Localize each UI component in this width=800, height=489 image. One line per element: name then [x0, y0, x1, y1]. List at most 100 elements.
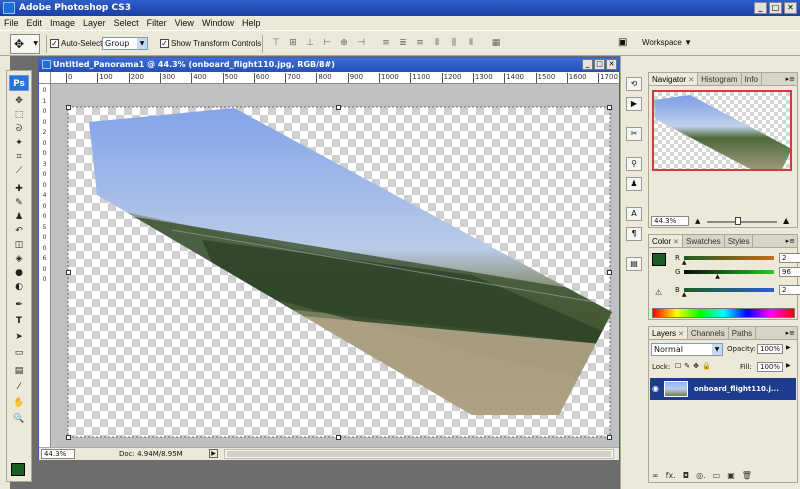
notes-tool-icon[interactable]: ▤: [11, 365, 27, 377]
opacity-arrow-icon[interactable]: ▶: [786, 344, 791, 351]
transform-handle[interactable]: [66, 270, 71, 275]
paint-bucket-icon[interactable]: ◈: [11, 253, 27, 265]
transform-handle[interactable]: [66, 435, 71, 440]
slider-knob-icon[interactable]: ▲: [682, 291, 687, 298]
hand-tool-icon[interactable]: ✋: [11, 397, 27, 409]
navigator-zoom-field[interactable]: 44.3%: [651, 216, 689, 226]
doc-close-button[interactable]: ✕: [606, 59, 617, 70]
clone-source-icon[interactable]: ♟: [626, 177, 642, 191]
fill-field[interactable]: 100%: [757, 362, 783, 372]
menu-edit[interactable]: Edit: [23, 16, 47, 30]
align-right-icon[interactable]: ⊣: [355, 37, 367, 49]
menu-help[interactable]: Help: [238, 16, 265, 30]
eyedropper-icon[interactable]: ⁄: [11, 381, 27, 393]
shape-tool-icon[interactable]: ▭: [11, 347, 27, 359]
status-zoom-field[interactable]: 44.3%: [41, 449, 75, 459]
lock-icons[interactable]: ☐✎✥🔒: [675, 362, 714, 370]
status-menu-arrow-icon[interactable]: ▶: [209, 449, 218, 458]
layer-style-icon[interactable]: fx.: [666, 471, 676, 480]
distribute-vcenter-icon[interactable]: ≣: [397, 37, 409, 49]
tab-channels[interactable]: Channels: [688, 327, 729, 339]
tab-layers[interactable]: Layers ✕: [649, 327, 688, 339]
workspace-menu[interactable]: Workspace ▼: [642, 38, 692, 52]
layer-mask-icon[interactable]: ◘: [683, 471, 689, 480]
blur-tool-icon[interactable]: ●: [11, 267, 27, 279]
menu-file[interactable]: File: [0, 16, 23, 30]
tab-info[interactable]: Info: [742, 73, 762, 85]
opacity-field[interactable]: 100%: [757, 344, 783, 354]
trash-icon[interactable]: 🗑: [742, 471, 752, 480]
transform-handle[interactable]: [66, 105, 71, 110]
tab-navigator[interactable]: Navigator ✕: [649, 73, 699, 85]
tab-styles[interactable]: Styles: [725, 235, 754, 247]
lasso-tool-icon[interactable]: ᘐ: [11, 123, 27, 135]
tab-swatches[interactable]: Swatches: [683, 235, 725, 247]
paragraph-panel-icon[interactable]: ¶: [626, 227, 642, 241]
history-brush-icon[interactable]: ↶: [11, 225, 27, 237]
bridge-icon[interactable]: ▣: [618, 37, 632, 49]
transform-handle[interactable]: [336, 105, 341, 110]
brush-tool-icon[interactable]: ✎: [11, 197, 27, 209]
layer-row[interactable]: ◉ onboard_flight110.j...: [650, 378, 796, 400]
blend-mode-dropdown[interactable]: Normal ▼: [651, 343, 723, 356]
slider-knob-icon[interactable]: ▲: [715, 273, 720, 280]
menu-layer[interactable]: Layer: [79, 16, 110, 30]
visibility-eye-icon[interactable]: ◉: [652, 384, 659, 393]
auto-align-layers-icon[interactable]: ▦: [490, 37, 502, 49]
distribute-bottom-icon[interactable]: ≡: [414, 37, 426, 49]
adjustment-layer-icon[interactable]: ◎.: [696, 471, 706, 480]
channel-r-slider[interactable]: [684, 256, 774, 260]
slider-knob-icon[interactable]: ▲: [682, 259, 687, 266]
panel-menu-icon[interactable]: ▸≡: [786, 329, 795, 337]
color-spectrum-ramp[interactable]: [652, 308, 795, 318]
zoom-tool-icon[interactable]: 🔍: [11, 413, 27, 425]
distribute-hcenter-icon[interactable]: ⫼: [448, 37, 460, 49]
path-selection-icon[interactable]: ➤: [11, 331, 27, 343]
close-button[interactable]: ✕: [784, 2, 797, 14]
menu-window[interactable]: Window: [198, 16, 238, 30]
zoom-in-icon[interactable]: ▲: [783, 216, 789, 225]
distribute-left-icon[interactable]: ⫴: [431, 37, 443, 49]
crop-tool-icon[interactable]: ⌗: [11, 151, 27, 163]
fill-arrow-icon[interactable]: ▶: [786, 362, 791, 369]
canvas-area[interactable]: [52, 85, 619, 448]
menu-filter[interactable]: Filter: [143, 16, 171, 30]
type-tool-icon[interactable]: T: [11, 315, 27, 327]
minimize-button[interactable]: _: [754, 2, 767, 14]
maximize-button[interactable]: □: [769, 2, 782, 14]
tool-preset-picker[interactable]: ✥ ▼: [10, 34, 40, 54]
channel-b-value[interactable]: 2: [779, 285, 800, 295]
channel-b-slider[interactable]: [684, 288, 774, 292]
doc-maximize-button[interactable]: □: [594, 59, 605, 70]
transform-handle[interactable]: [336, 435, 341, 440]
character-panel-icon[interactable]: A: [626, 207, 642, 221]
clone-stamp-icon[interactable]: ♟: [11, 211, 27, 223]
tab-color[interactable]: Color ✕: [649, 235, 683, 247]
auto-select-checkbox[interactable]: ✓: [50, 39, 59, 48]
actions-panel-icon[interactable]: ▶: [626, 97, 642, 111]
eraser-tool-icon[interactable]: ◫: [11, 239, 27, 251]
align-hcenter-icon[interactable]: ⊕: [338, 37, 350, 49]
horizontal-scrollbar[interactable]: [224, 449, 614, 459]
layer-comps-icon[interactable]: ▤: [626, 257, 642, 271]
align-top-icon[interactable]: ⊤: [270, 37, 282, 49]
align-bottom-icon[interactable]: ⊥: [304, 37, 316, 49]
menu-view[interactable]: View: [171, 16, 198, 30]
tab-histogram[interactable]: Histogram: [698, 73, 742, 85]
transform-handle[interactable]: [607, 435, 612, 440]
panel-menu-icon[interactable]: ▸≡: [786, 75, 795, 83]
transform-handle[interactable]: [607, 105, 612, 110]
tool-presets-icon[interactable]: ✂: [626, 127, 642, 141]
navigator-zoom-knob[interactable]: [735, 217, 741, 225]
new-layer-icon[interactable]: ▣: [727, 471, 735, 480]
transform-handle[interactable]: [607, 270, 612, 275]
distribute-top-icon[interactable]: ≡: [380, 37, 392, 49]
brushes-panel-icon[interactable]: ⚲: [626, 157, 642, 171]
show-transform-checkbox[interactable]: ✓: [160, 39, 169, 48]
new-group-icon[interactable]: ▭: [713, 471, 721, 480]
gamut-warning-icon[interactable]: ⚠: [655, 288, 662, 297]
zoom-out-icon[interactable]: ▲: [695, 217, 700, 225]
dodge-tool-icon[interactable]: ◐: [11, 281, 27, 293]
menu-select[interactable]: Select: [110, 16, 143, 30]
magic-wand-tool-icon[interactable]: ✦: [11, 137, 27, 149]
